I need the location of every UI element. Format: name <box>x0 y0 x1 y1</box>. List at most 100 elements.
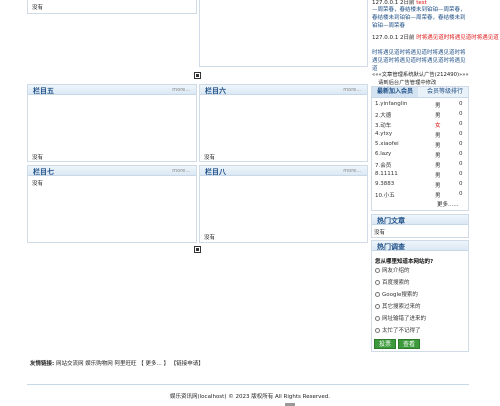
member-count: 0 <box>459 181 463 187</box>
ad-line-1: «««文章管理系统默认广告(212490)»»» <box>372 72 469 78</box>
poll-option[interactable]: 网址输错了进来的 <box>375 314 426 322</box>
column-seven-more-link[interactable]: more... <box>172 168 190 174</box>
member-count: 0 <box>459 101 463 107</box>
friend-links-apply[interactable]: 【链接申请】 <box>171 361 204 367</box>
radio-button-icon[interactable] <box>375 316 380 321</box>
member-row[interactable]: 5.xiaofei 男 0 <box>375 140 465 149</box>
poll-option[interactable]: 其它搜索过来的 <box>375 302 421 310</box>
radio-button-icon[interactable] <box>375 268 380 273</box>
column-six-title[interactable]: 栏目六 <box>205 86 226 96</box>
poll-header: 热门调查 <box>372 241 468 251</box>
member-row[interactable]: 9.3883 男 0 <box>375 180 465 189</box>
member-sex: 男 <box>435 173 441 179</box>
column-six-empty: 没有 <box>204 155 216 161</box>
member-sex: 男 <box>435 183 441 189</box>
friend-link-1[interactable]: 网站交流网 <box>56 361 84 367</box>
member-name[interactable]: 10.小五 <box>375 191 395 199</box>
poll-option[interactable]: 太忙了不记得了 <box>375 326 421 334</box>
poll-option-label: 网友介绍的 <box>382 268 410 274</box>
column-eight-empty: 没有 <box>204 235 216 241</box>
friend-links-label: 友情链接: <box>30 361 55 367</box>
member-row[interactable]: 2.大德 男 0 <box>375 110 465 119</box>
ad-line-2: 请到后台广告管理中修改 <box>378 80 437 86</box>
top-left-panel: 没有 <box>27 0 197 14</box>
member-count: 0 <box>459 121 463 127</box>
poll-option-label: 百度搜索的 <box>382 280 410 286</box>
friend-links-more[interactable]: 【 更多... 】 <box>138 361 169 367</box>
poll-panel: 热门调查 您从哪里知道本网站的? 网友介绍的百度搜索的 Google搜索的 其它搜索… <box>371 240 469 352</box>
radio-button-icon[interactable] <box>375 292 380 297</box>
member-sex: 男 <box>435 133 441 139</box>
member-row[interactable]: 4.ytxy 男 0 <box>375 130 465 139</box>
friend-links: 友情链接: 网站交流网 娱乐购物网 阿里旺旺 【 更多... 】 【链接申请】 <box>30 359 204 367</box>
members-more-link[interactable]: 更多...... <box>437 200 459 208</box>
column-eight-title[interactable]: 栏目八 <box>205 167 226 177</box>
member-name[interactable]: 9.3883 <box>375 181 394 187</box>
radio-button-icon[interactable] <box>375 328 380 333</box>
view-results-button[interactable]: 查看 <box>398 339 420 349</box>
member-sex: 男 <box>435 193 441 199</box>
column-five-more-link[interactable]: more... <box>172 87 190 93</box>
column-seven-empty: 没有 <box>32 181 44 187</box>
poll-option-label: 网址输错了进来的 <box>382 316 427 322</box>
member-name[interactable]: 6.lazy <box>375 151 391 157</box>
hot-articles-header: 热门文章 <box>372 215 468 225</box>
column-five-title[interactable]: 栏目五 <box>33 86 54 96</box>
footer-copyright: 娱乐资讯网(localhost) © 2023 版权所有 All Rights … <box>170 394 330 400</box>
member-row[interactable]: 3.动车 女 0 <box>375 120 465 129</box>
top-left-empty: 没有 <box>32 5 44 11</box>
member-count: 0 <box>459 141 463 147</box>
member-sex: 男 <box>435 113 441 119</box>
member-row[interactable]: 10.小五 男 0 <box>375 190 465 199</box>
column-seven-header: 栏目七 more... <box>28 166 196 176</box>
column-eight-more-link[interactable]: more... <box>343 168 361 174</box>
top-news-list: 127.0.0.1 2日前 test —周荣春，春结楼未到铂铂—周荣春，春结楼未… <box>372 0 499 72</box>
radio-button-icon[interactable] <box>375 304 380 309</box>
poll-option[interactable]: 百度搜索的 <box>375 278 410 286</box>
column-five-header: 栏目五 more... <box>28 85 196 95</box>
member-count: 0 <box>459 111 463 117</box>
member-name[interactable]: 1.yinfanglin <box>375 101 407 107</box>
column-five-empty: 没有 <box>32 155 44 161</box>
image-placeholder-icon <box>194 72 201 79</box>
radio-button-icon[interactable] <box>375 280 380 285</box>
member-count: 0 <box>459 171 463 177</box>
members-tabs: 最新加入会员 会员等级排行 <box>372 87 468 98</box>
member-row[interactable]: 8.11111 男 0 <box>375 170 465 179</box>
member-name[interactable]: 7.会员 <box>375 161 391 169</box>
member-name[interactable]: 3.动车 <box>375 121 391 129</box>
poll-option[interactable]: Google搜索的 <box>375 290 418 298</box>
poll-title: 热门调查 <box>377 243 405 251</box>
tab-member-ranking[interactable]: 会员等级排行 <box>422 87 468 97</box>
member-row[interactable]: 1.yinfanglin 男 0 <box>375 100 465 109</box>
poll-question: 您从哪里知道本网站的? <box>375 259 434 265</box>
member-name[interactable]: 4.ytxy <box>375 131 392 137</box>
column-five-panel: 栏目五 more... 没有 <box>27 84 197 162</box>
footer-divider <box>27 384 469 385</box>
column-eight-panel: 栏目八 more... 没有 <box>199 165 368 243</box>
column-six-more-link[interactable]: more... <box>343 87 361 93</box>
news-text-1[interactable]: —周荣春，春结楼未到铂铂—周荣春，春结楼未到铂铂—周荣春，春结楼未到铂铂—周荣春 <box>372 6 468 30</box>
column-seven-title[interactable]: 栏目七 <box>33 167 54 177</box>
member-row[interactable]: 6.lazy 男 0 <box>375 150 465 159</box>
member-name[interactable]: 5.xiaofei <box>375 141 399 147</box>
member-sex: 男 <box>435 143 441 149</box>
top-middle-panel <box>199 0 368 67</box>
poll-option[interactable]: 网友介绍的 <box>375 266 410 274</box>
friend-link-3[interactable]: 阿里旺旺 <box>114 361 136 367</box>
member-count: 0 <box>459 131 463 137</box>
image-placeholder-icon <box>194 246 201 253</box>
column-six-header: 栏目六 more... <box>200 85 367 95</box>
member-row[interactable]: 7.会员 男 0 <box>375 160 465 169</box>
column-seven-panel: 栏目七 more... 没有 <box>27 165 197 243</box>
tab-new-members[interactable]: 最新加入会员 <box>372 87 419 97</box>
hot-articles-title: 热门文章 <box>377 217 405 225</box>
column-six-panel: 栏目六 more... 没有 <box>199 84 368 162</box>
news-meta-2[interactable]: 127.0.0.1 2日前 时将遇见道时将遇见道时将遇见道 <box>372 33 499 41</box>
member-name[interactable]: 2.大德 <box>375 111 391 119</box>
poll-option-label: Google搜索的 <box>382 292 418 298</box>
friend-link-2[interactable]: 娱乐购物网 <box>85 361 113 367</box>
vote-button[interactable]: 投票 <box>374 339 396 349</box>
member-name[interactable]: 8.11111 <box>375 171 398 177</box>
member-sex: 女 <box>435 123 441 129</box>
